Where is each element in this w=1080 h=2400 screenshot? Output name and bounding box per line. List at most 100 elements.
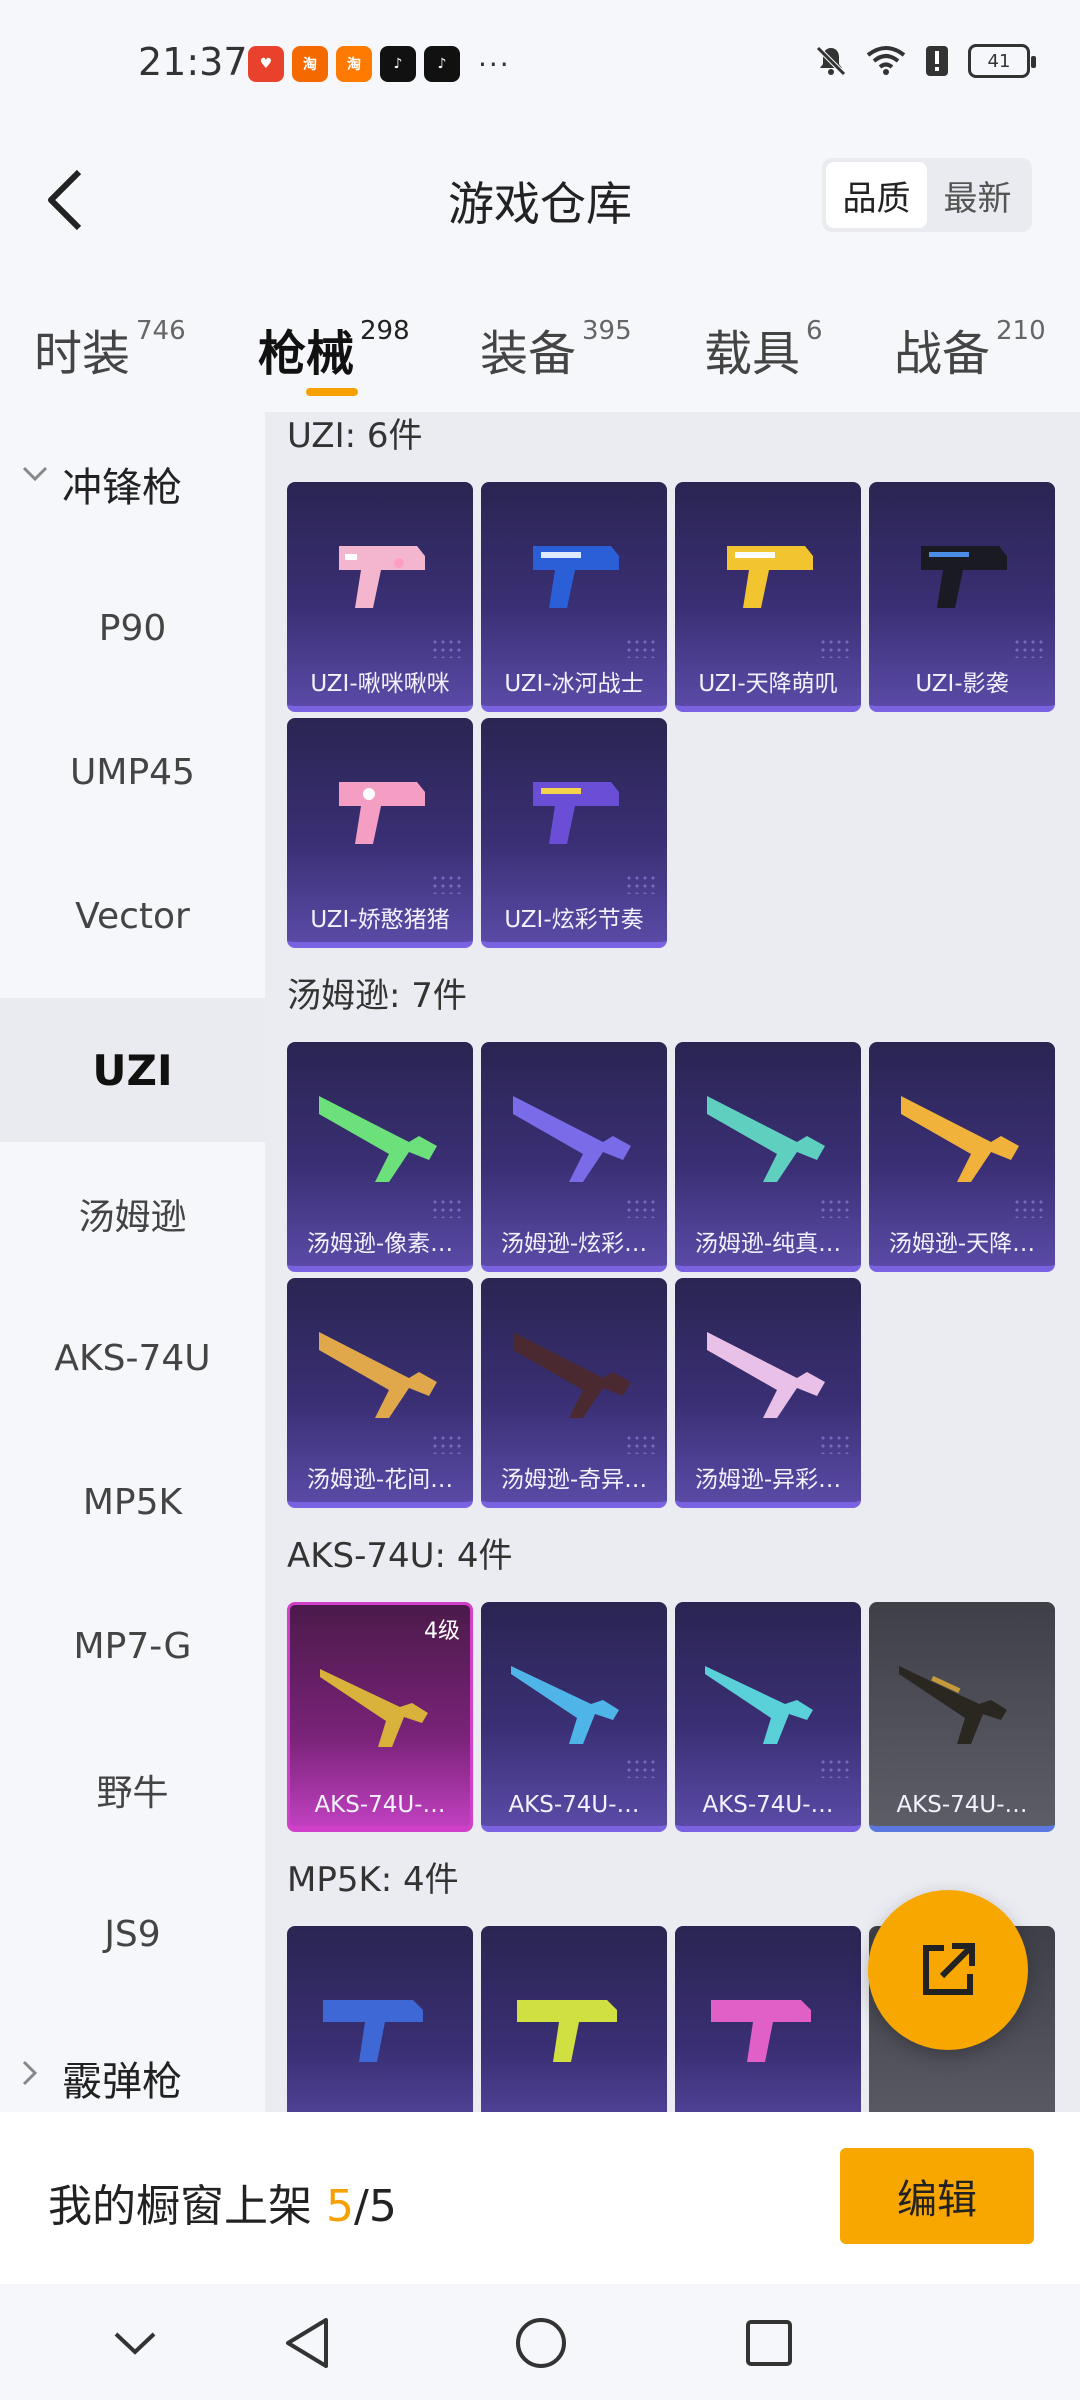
sidebar-item-vector[interactable]: Vector — [0, 844, 265, 988]
status-bar: 21:37 ♥ 淘 淘 ♪ ♪ ··· 41 — [0, 0, 1080, 110]
tab-fashion[interactable]: 时装 746 — [34, 314, 186, 384]
sidebar-group-smg[interactable]: 冲锋枪 — [0, 412, 265, 556]
taobao-app-icon: 淘 — [336, 46, 372, 82]
sidebar-item-mp5k[interactable]: MP5K — [0, 1430, 265, 1574]
hide-keyboard-icon[interactable] — [112, 2330, 158, 2356]
skin-name: 汤姆逊-像素… — [306, 1231, 454, 1257]
sort-quality-button[interactable]: 品质 — [826, 162, 927, 228]
tab-vehicles[interactable]: 载具 6 — [704, 314, 823, 384]
decor-dots — [819, 1198, 853, 1218]
skin-card[interactable]: 汤姆逊-像素… — [287, 1042, 473, 1272]
recents-nav-icon[interactable] — [744, 2318, 794, 2368]
edit-button[interactable]: 编辑 — [840, 2148, 1034, 2244]
showcase-bar: 我的橱窗上架 5/5 编辑 — [0, 2112, 1080, 2284]
skin-card[interactable]: AKS-74U-… — [869, 1602, 1055, 1832]
skin-card[interactable]: AKS-74U-… — [675, 1602, 861, 1832]
decor-dots — [431, 1434, 465, 1454]
decor-dots — [625, 1198, 659, 1218]
skin-card[interactable]: AKS-74U-… — [481, 1602, 667, 1832]
sidebar-item-ump45[interactable]: UMP45 — [0, 700, 265, 844]
decor-dots — [431, 638, 465, 658]
skin-name: AKS-74U-… — [314, 1792, 446, 1818]
thompson-skin-icon — [319, 1332, 437, 1418]
skin-card[interactable]: 汤姆逊-炫彩… — [481, 1042, 667, 1272]
section-title-mp5k: MP5K: 4件 — [287, 1860, 459, 1900]
skin-name: 汤姆逊-天降… — [888, 1231, 1036, 1257]
alert-icon — [926, 46, 948, 76]
share-button[interactable] — [868, 1890, 1028, 2050]
skin-card[interactable]: 汤姆逊-异彩… — [675, 1278, 861, 1508]
more-notifications-icon: ··· — [478, 47, 511, 81]
sidebar-item-thompson[interactable]: 汤姆逊 — [0, 1142, 265, 1286]
uzi-skin-icon — [339, 782, 425, 844]
decor-dots — [625, 1758, 659, 1778]
chevron-down-icon — [22, 466, 48, 482]
mute-icon — [816, 46, 846, 76]
skin-card[interactable]: UZI-炫彩节奏 — [481, 718, 667, 948]
skin-card[interactable]: 汤姆逊-奇异… — [481, 1278, 667, 1508]
chevron-right-icon — [22, 2060, 38, 2086]
thompson-skin-icon — [707, 1332, 825, 1418]
sidebar-item-bizon[interactable]: 野牛 — [0, 1718, 265, 1862]
notification-icons: ♥ 淘 淘 ♪ ♪ ··· — [248, 46, 511, 82]
tab-equipment[interactable]: 装备 395 — [480, 314, 632, 384]
status-icons: 41 — [814, 44, 1036, 78]
aks74u-skin-icon — [705, 1666, 813, 1744]
skin-name: UZI-影袭 — [915, 671, 1009, 697]
skin-name: 汤姆逊-异彩… — [694, 1467, 842, 1493]
section-title-uzi: UZI: 6件 — [287, 416, 423, 456]
skin-card[interactable]: 汤姆逊-天降… — [869, 1042, 1055, 1272]
shopping-app-icon: 淘 — [292, 46, 328, 82]
showcase-status: 我的橱窗上架 5/5 — [48, 2181, 397, 2232]
wifi-icon — [866, 46, 906, 75]
thompson-skin-icon — [513, 1096, 631, 1182]
skin-name: AKS-74U-… — [508, 1792, 640, 1818]
skin-name: AKS-74U-… — [702, 1792, 834, 1818]
skin-name: UZI-娇憨猪猪 — [310, 907, 450, 933]
skin-name: UZI-炫彩节奏 — [504, 907, 644, 933]
tab-firearms[interactable]: 枪械 298 — [258, 314, 410, 384]
huawei-app-icon: ♥ — [248, 46, 284, 82]
tiktok-app-icon: ♪ — [424, 46, 460, 82]
skin-card[interactable]: UZI-影袭 — [869, 482, 1055, 712]
clock: 21:37 — [138, 40, 248, 84]
showcase-total: /5 — [354, 2181, 397, 2232]
aks74u-skin-icon — [511, 1666, 619, 1744]
sort-newest-button[interactable]: 最新 — [927, 162, 1028, 228]
skin-card[interactable] — [675, 1926, 861, 2112]
back-nav-icon[interactable] — [282, 2316, 332, 2370]
decor-dots — [819, 1434, 853, 1454]
skin-name: UZI-天降萌叽 — [698, 671, 838, 697]
skin-card[interactable]: 4级 AKS-74U-… — [287, 1602, 473, 1832]
skin-card[interactable]: 汤姆逊-花间… — [287, 1278, 473, 1508]
mp5k-skin-icon — [323, 2000, 423, 2062]
tiktok-app-icon: ♪ — [380, 46, 416, 82]
skin-card[interactable] — [287, 1926, 473, 2112]
tab-supplies[interactable]: 战备 210 — [894, 314, 1046, 384]
mp5k-skin-icon — [517, 2000, 617, 2062]
sidebar-item-uzi[interactable]: UZI — [0, 998, 265, 1142]
thompson-skin-icon — [707, 1096, 825, 1182]
skin-name: 汤姆逊-炫彩… — [500, 1231, 648, 1257]
aks74u-skin-icon — [320, 1669, 428, 1747]
home-nav-icon[interactable] — [514, 2316, 568, 2370]
uzi-skin-icon — [533, 546, 619, 608]
category-tabs: 时装 746 枪械 298 装备 395 载具 6 战备 210 — [0, 300, 1080, 410]
skin-name: UZI-啾咪啾咪 — [310, 671, 450, 697]
sidebar-item-p90[interactable]: P90 — [0, 556, 265, 700]
sidebar-item-mp7g[interactable]: MP7-G — [0, 1574, 265, 1718]
battery-level: 41 — [987, 50, 1011, 72]
skin-card[interactable]: 汤姆逊-纯真… — [675, 1042, 861, 1272]
skin-card[interactable]: UZI-娇憨猪猪 — [287, 718, 473, 948]
decor-dots — [431, 874, 465, 894]
skin-grid: UZI: 6件 UZI-啾咪啾咪 UZI-冰河战士 UZI-天降萌叽 UZI-影… — [265, 412, 1080, 2112]
sidebar-item-aks74u[interactable]: AKS-74U — [0, 1286, 265, 1430]
sidebar-item-js9[interactable]: JS9 — [0, 1862, 265, 2006]
share-icon — [923, 1943, 975, 1995]
skin-card[interactable]: UZI-冰河战士 — [481, 482, 667, 712]
skin-card[interactable] — [481, 1926, 667, 2112]
skin-card[interactable]: UZI-啾咪啾咪 — [287, 482, 473, 712]
sidebar-group-shotgun[interactable]: 霰弹枪 — [0, 2006, 265, 2112]
skin-card[interactable]: UZI-天降萌叽 — [675, 482, 861, 712]
header: 游戏仓库 品质 最新 — [0, 110, 1080, 280]
